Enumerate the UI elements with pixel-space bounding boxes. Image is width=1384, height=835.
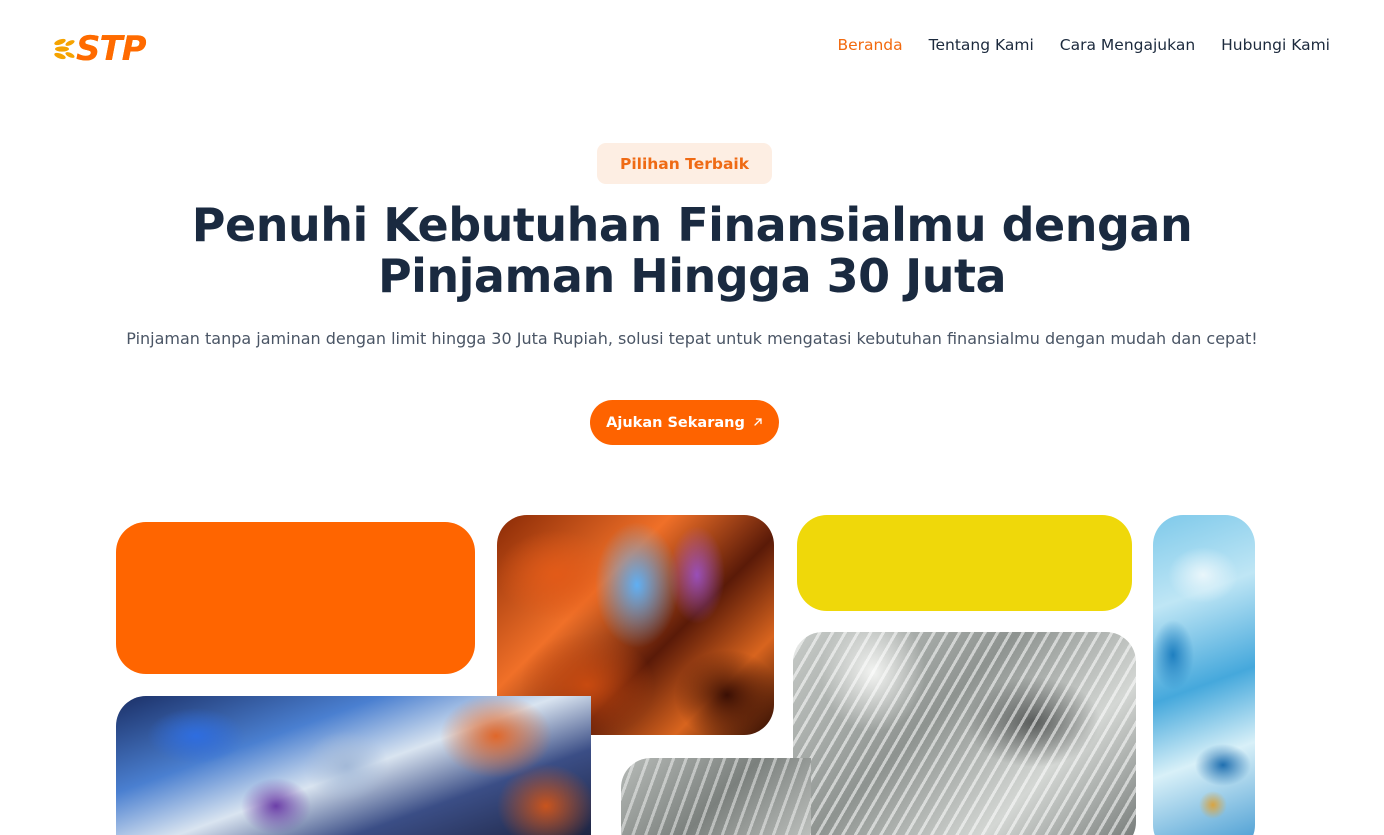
logo-text: STP: [76, 29, 147, 69]
gallery-image-grey-paint: [793, 632, 1136, 835]
gallery-image-grey-paint-lower: [621, 758, 811, 835]
apply-now-label: Ajukan Sekarang: [606, 414, 745, 431]
apply-now-button[interactable]: Ajukan Sekarang: [590, 400, 779, 445]
nav-item-hubungi-kami[interactable]: Hubungi Kami: [1221, 34, 1330, 56]
gallery-image-holographic-foil: [116, 696, 591, 835]
arrow-up-right-icon: [753, 416, 763, 430]
nav-item-tentang-kami[interactable]: Tentang Kami: [929, 34, 1034, 56]
nav-item-beranda[interactable]: Beranda: [837, 34, 902, 56]
hero-subtitle: Pinjaman tanpa jaminan dengan limit hing…: [126, 329, 1258, 348]
nav-item-cara-mengajukan[interactable]: Cara Mengajukan: [1060, 34, 1195, 56]
hero-badge: Pilihan Terbaik: [597, 143, 772, 184]
main-nav: Beranda Tentang Kami Cara Mengajukan Hub…: [837, 34, 1330, 56]
hero-headline-line1: Penuhi Kebutuhan Finansialmu dengan: [191, 198, 1193, 252]
hero-headline-line2: Pinjaman Hingga 30 Juta: [377, 249, 1007, 303]
gallery-tile-yellow: [797, 515, 1132, 611]
site-logo[interactable]: STP: [52, 28, 156, 70]
gallery-image-blue-marble: [1153, 515, 1255, 835]
hero-headline: Penuhi Kebutuhan Finansialmu dengan Pinj…: [92, 200, 1292, 302]
gallery-tile-orange: [116, 522, 475, 674]
